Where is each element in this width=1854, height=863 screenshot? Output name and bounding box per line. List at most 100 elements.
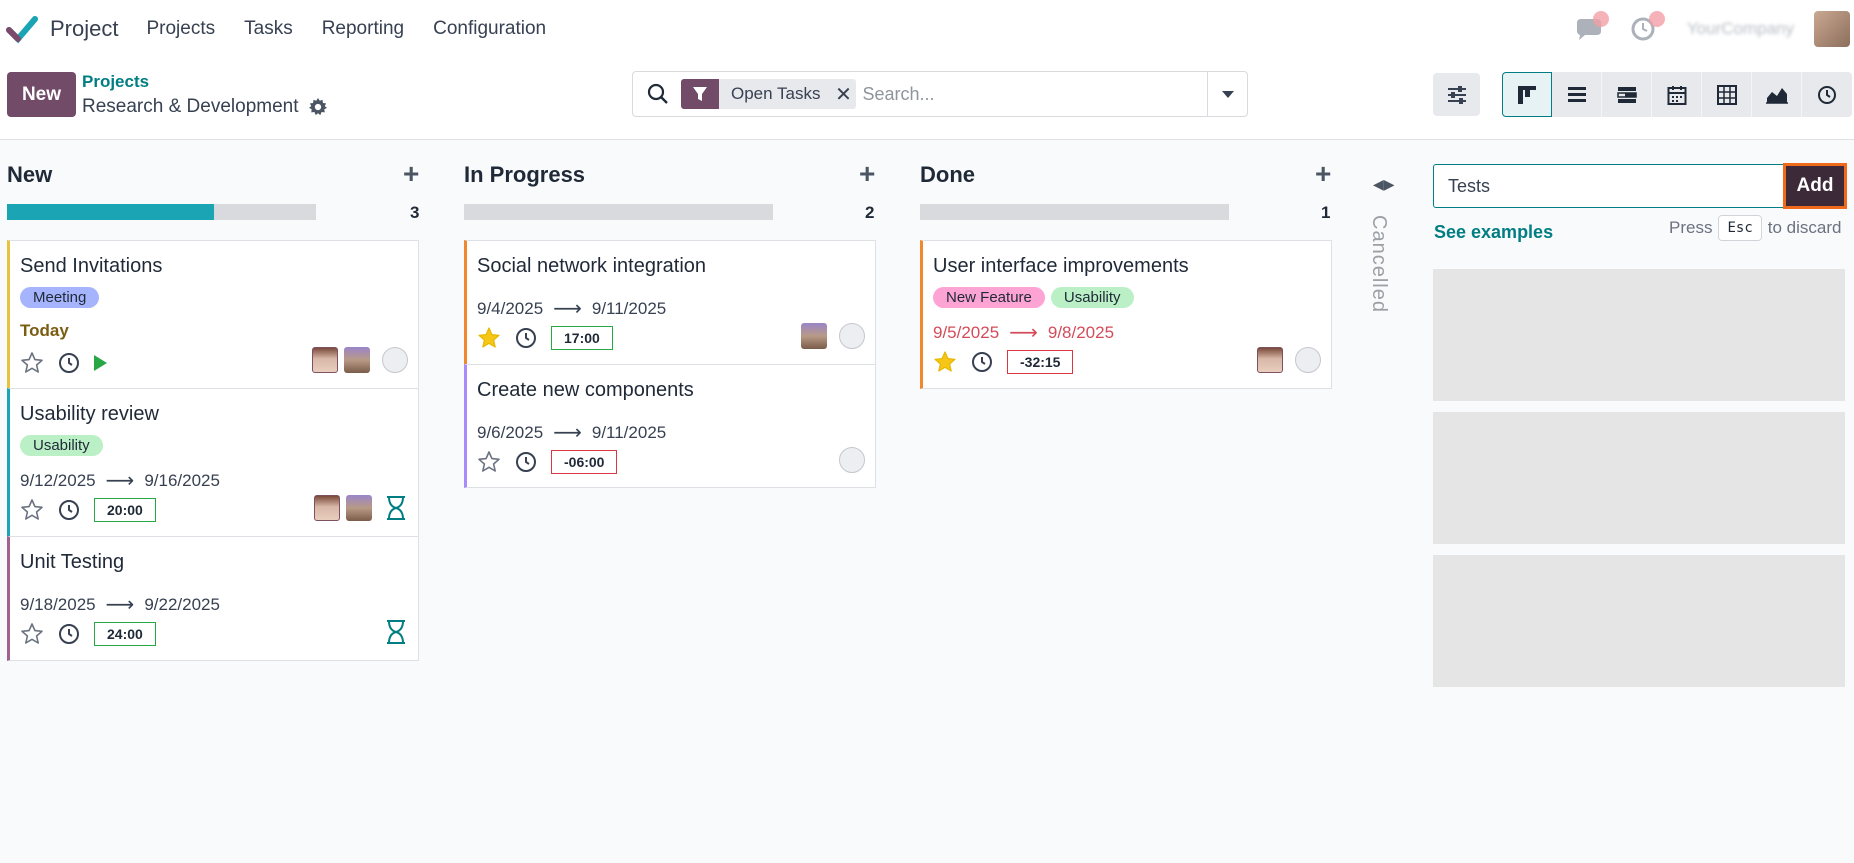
gantt-icon (1616, 86, 1637, 103)
hourglass-icon[interactable] (384, 619, 408, 645)
column-quick-add-button[interactable]: + (403, 158, 419, 190)
play-icon[interactable] (94, 355, 107, 371)
activity-icon[interactable] (1631, 11, 1665, 41)
allocated-time: 20:00 (94, 498, 156, 522)
column-count: 3 (410, 203, 420, 222)
avatar[interactable] (314, 495, 340, 521)
search-options-toggle[interactable] (1207, 72, 1247, 116)
date-start: 9/4/2025 (477, 298, 544, 318)
star-icon[interactable] (477, 450, 501, 474)
kanban-card[interactable]: Send Invitations Meeting Today (7, 240, 419, 389)
see-examples-link[interactable]: See examples (1434, 222, 1553, 243)
column-progressbar[interactable] (464, 204, 773, 220)
avatar[interactable] (346, 495, 372, 521)
card-footer: 17:00 (477, 326, 613, 350)
sliders-icon (1447, 85, 1466, 104)
chat-icon[interactable] (1575, 11, 1609, 41)
hourglass-icon[interactable] (384, 495, 408, 521)
star-icon[interactable] (20, 351, 44, 375)
ghost-column-placeholder (1433, 412, 1845, 544)
kanban-state-circle[interactable] (839, 447, 865, 473)
menu-projects[interactable]: Projects (146, 18, 215, 40)
app-name[interactable]: Project (50, 16, 118, 42)
column-title[interactable]: In Progress (464, 162, 585, 188)
kanban-state-circle[interactable] (1295, 347, 1321, 373)
activity-clock-icon[interactable] (515, 327, 537, 349)
avatar[interactable] (312, 347, 338, 373)
star-icon[interactable] (20, 622, 44, 646)
add-column-button[interactable]: Add (1783, 163, 1847, 209)
gantt-view-button[interactable] (1602, 72, 1652, 117)
card-tags: New Feature Usability (933, 287, 1134, 308)
tag: Usability (20, 435, 103, 456)
card-assignees (833, 447, 865, 473)
pivot-icon (1716, 84, 1737, 105)
company-switcher[interactable]: YourCompany (1687, 19, 1794, 39)
expand-column-icon[interactable]: ◀▶ (1373, 176, 1395, 193)
kanban-card[interactable]: Unit Testing 9/18/2025 ⟶ 9/22/2025 24:00 (7, 536, 419, 661)
kanban-card[interactable]: Usability review Usability 9/12/2025 ⟶ 9… (7, 388, 419, 537)
kanban-state-circle[interactable] (839, 323, 865, 349)
activity-clock-icon[interactable] (515, 451, 537, 473)
tag: New Feature (933, 287, 1045, 308)
column-quick-add-button[interactable]: + (859, 158, 875, 190)
calendar-icon (1667, 85, 1686, 105)
column-quick-add-button[interactable]: + (1315, 158, 1331, 190)
breadcrumb-projects-link[interactable]: Projects (82, 72, 149, 92)
pivot-view-button[interactable] (1702, 72, 1752, 117)
kanban-card[interactable]: Create new components 9/6/2025 ⟶ 9/11/20… (464, 364, 876, 488)
column-title[interactable]: New (7, 162, 52, 188)
search-input[interactable] (862, 83, 1193, 105)
menu-tasks[interactable]: Tasks (244, 18, 293, 40)
column-count: 1 (1321, 203, 1331, 222)
tag: Meeting (20, 287, 100, 308)
breadcrumb-current: Research & Development (82, 96, 299, 117)
column-progressbar[interactable] (920, 204, 1229, 220)
avatar[interactable] (801, 323, 827, 349)
remove-facet-icon[interactable]: ✕ (830, 82, 856, 107)
filters-settings-button[interactable] (1433, 73, 1480, 116)
activity-view-button[interactable] (1802, 72, 1852, 117)
card-footer (20, 351, 107, 375)
activity-clock-icon[interactable] (58, 623, 80, 645)
star-filled-icon[interactable] (477, 326, 501, 350)
kanban-card[interactable]: Social network integration 9/4/2025 ⟶ 9/… (464, 240, 876, 365)
new-button[interactable]: New (7, 72, 76, 117)
new-column-input[interactable] (1433, 164, 1785, 208)
menu-reporting[interactable]: Reporting (322, 18, 404, 40)
list-view-button[interactable] (1552, 72, 1602, 117)
arrow-right-icon: ⟶ (105, 470, 135, 492)
menu-configuration[interactable]: Configuration (433, 18, 546, 40)
card-dates: 9/5/2025 ⟶ 9/8/2025 (933, 320, 1114, 345)
star-icon[interactable] (20, 498, 44, 522)
avatar[interactable] (1257, 347, 1283, 373)
user-avatar[interactable] (1814, 11, 1850, 47)
kanban-view-button[interactable] (1502, 72, 1552, 117)
column-progressbar[interactable] (7, 204, 316, 220)
date-end: 9/11/2025 (591, 298, 667, 318)
breadcrumb: Research & Development (82, 96, 327, 118)
calendar-view-button[interactable] (1652, 72, 1702, 117)
column-title[interactable]: Done (920, 162, 975, 188)
date-end: 9/8/2025 (1047, 322, 1115, 342)
activity-clock-icon[interactable] (58, 352, 80, 374)
date-end: 9/16/2025 (144, 470, 220, 490)
activity-clock-icon[interactable] (971, 351, 993, 373)
discard-hint-text: to discard (1767, 218, 1842, 237)
folded-column-cancelled[interactable]: Cancelled (1367, 215, 1390, 313)
card-assignees (312, 347, 408, 373)
kanban-card[interactable]: User interface improvements New Feature … (920, 240, 1332, 389)
kanban-state-circle[interactable] (382, 347, 408, 373)
star-filled-icon[interactable] (933, 350, 957, 374)
activity-clock-icon[interactable] (58, 499, 80, 521)
avatar[interactable] (344, 347, 370, 373)
discard-hint-press: Press (1669, 218, 1713, 237)
date-end: 9/22/2025 (144, 594, 220, 614)
gear-icon[interactable] (308, 98, 327, 116)
graph-view-button[interactable] (1752, 72, 1802, 117)
filter-icon (681, 79, 719, 109)
app-logo-icon[interactable] (6, 13, 38, 45)
search-bar: Open Tasks ✕ (632, 71, 1248, 117)
date-start: 9/12/2025 (20, 470, 96, 490)
arrow-right-icon: ⟶ (105, 594, 135, 616)
